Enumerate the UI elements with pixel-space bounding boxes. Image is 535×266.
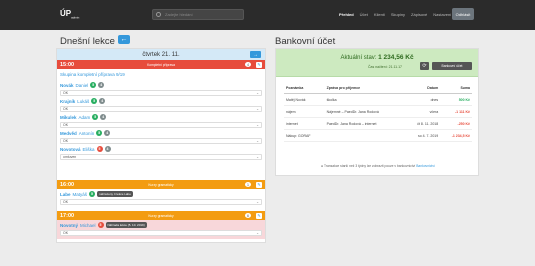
lesson-header: 17:00 Kurzy gramaticky 6 ✎	[57, 211, 265, 220]
lessons-panel: čtvrtek 21. 11. → 15:00 Kompletní přípra…	[56, 48, 266, 243]
lesson-header: 15:00 Kompletní příprava 4 ✎	[57, 60, 265, 69]
student-row: Novotová Eliška 5 4 omluven ⌄	[57, 144, 265, 160]
table-row: Nákup: GORAF so 4. 7. 2019 -1 234,5 Kč	[284, 129, 472, 142]
student-row: Medvěd Antonín 5 4 OK ⌄	[57, 128, 265, 144]
refresh-icon[interactable]: ⟳	[420, 62, 429, 70]
bank-link[interactable]: Bankovnictví	[416, 164, 435, 168]
lessons-title: Dnešní lekce	[60, 36, 115, 47]
table-row: Matěj Novák školka dnes 500 Kč	[284, 93, 472, 106]
main-nav: Přehled Účet Klienti Skupiny Zápisové Na…	[339, 12, 451, 17]
attendance-select[interactable]: OK ⌄	[60, 106, 262, 112]
arrow-left-icon[interactable]: ←	[118, 35, 130, 44]
table-row: internet PaedDr. Jana Rodová – internet č…	[284, 117, 472, 130]
search-icon	[156, 12, 161, 17]
attendance-select[interactable]: omluven ⌄	[60, 154, 262, 160]
table-row: nájem Nájemné – PaedDr. Jana Rodová včera…	[284, 105, 472, 118]
pencil-icon[interactable]: ✎	[256, 181, 262, 188]
bank-title: Bankovní účet	[275, 36, 336, 47]
student-row: Krajník Lukáš 5 4 OK ⌄	[57, 96, 265, 112]
nav-zapisove[interactable]: Zápisové	[411, 12, 427, 17]
attendance-select[interactable]: OK ⌄	[60, 122, 262, 128]
attendance-select[interactable]: OK ⌄	[60, 230, 262, 236]
attendance-select[interactable]: OK ⌄	[60, 138, 262, 144]
student-row: Labe Matyáš 5 nahrazeny 4 lekce Labe OK ⌄	[57, 189, 265, 205]
logout-button[interactable]: Odhlásit	[452, 8, 474, 20]
nav-klienti[interactable]: Klienti	[374, 12, 385, 17]
bank-panel: Aktuální stav: 1 234,56 Kč Čas načtení: …	[275, 48, 479, 176]
nav-skupiny[interactable]: Skupiny	[391, 12, 405, 17]
pencil-icon[interactable]: ✎	[256, 61, 262, 68]
footnote: ● Transakce starší než 3 týdny lze zobra…	[321, 164, 435, 168]
nav-ucet[interactable]: Účet	[360, 12, 368, 17]
student-row: Novák Daniel 5 4 OK ⌄	[57, 80, 265, 96]
pencil-icon[interactable]: ✎	[256, 212, 262, 219]
lesson-card: 17:00 Kurzy gramaticky 6 ✎ Novotný Michae…	[57, 211, 265, 239]
next-day-button[interactable]: →	[250, 51, 261, 58]
logo[interactable]: ÚPadmin	[60, 9, 79, 20]
balance-box: Aktuální stav: 1 234,56 Kč Čas načtení: …	[276, 49, 478, 77]
attendance-select[interactable]: OK ⌄	[60, 199, 262, 205]
nav-prehled[interactable]: Přehled	[339, 12, 354, 17]
student-row: Mikulek Adam 5 4 OK ⌄	[57, 112, 265, 128]
lesson-subject[interactable]: Skupina kompletní příprava 9/19	[57, 69, 265, 80]
student-row: Novotný Michael 5 Náhrada lekce (5. 10. 201…	[57, 220, 265, 239]
bank-account-button[interactable]: Bankovní účet	[432, 62, 472, 70]
updated-time: Čas načtení: 21.11.17	[368, 65, 402, 69]
lesson-header: 16:00 Kurzy gramaticky 1 ✎	[57, 180, 265, 189]
info-icon: ●	[321, 164, 324, 168]
top-navbar: ÚPadmin Zadejte hledání Přehled Účet Kli…	[0, 0, 535, 30]
count-badge: 4	[245, 62, 251, 67]
lesson-card: 15:00 Kompletní příprava 4 ✎ Skupina kom…	[57, 60, 265, 160]
day-header: čtvrtek 21. 11. →	[57, 49, 265, 60]
transactions-table: Poznámka Zpráva pro příjemce Datum Suma …	[284, 83, 472, 142]
attendance-select[interactable]: OK ⌄	[60, 90, 262, 96]
count-badge: 6	[245, 213, 251, 218]
balance-value: 1 234,56 Kč	[378, 54, 414, 61]
lesson-card: 16:00 Kurzy gramaticky 1 ✎ Labe Matyáš 5 na…	[57, 180, 265, 205]
count-badge: 1	[245, 182, 251, 187]
nav-nastaveni[interactable]: Nastavení	[433, 12, 451, 17]
search-input[interactable]: Zadejte hledání	[152, 9, 244, 20]
